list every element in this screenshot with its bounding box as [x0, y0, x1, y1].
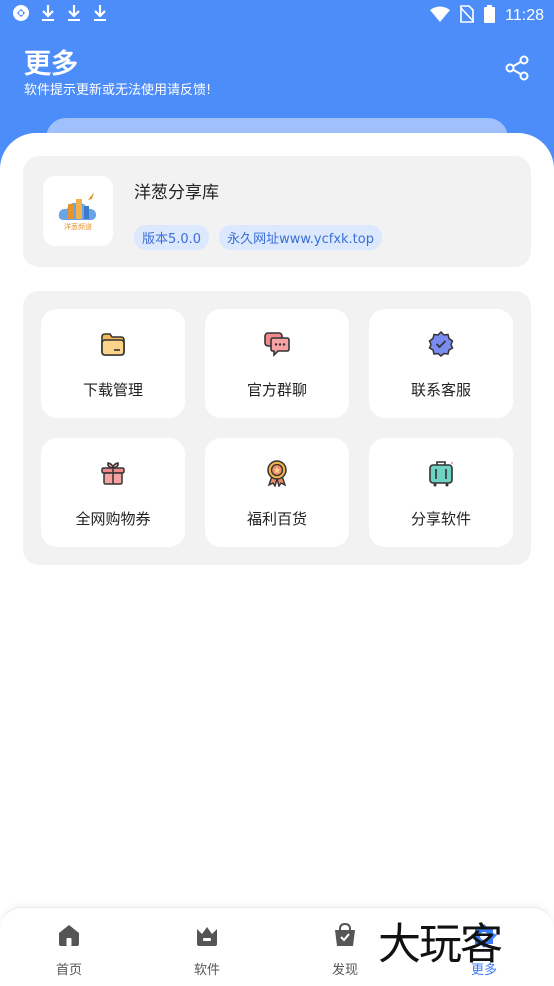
- gift-icon: [101, 462, 125, 485]
- chat-bubbles-icon: [264, 332, 290, 357]
- verified-badge-icon: [428, 330, 454, 357]
- grid-item-welfare-store[interactable]: 福利百货: [205, 438, 349, 547]
- app-logo-caption: 洋葱频道: [64, 223, 92, 231]
- clock: 11:28: [505, 7, 544, 24]
- battery-icon: [484, 5, 496, 27]
- feature-grid: 下载管理 官方群聊 联系客服 全网购物券 福利百货 分享软件: [23, 291, 531, 565]
- download-icon: [66, 4, 82, 26]
- page-subtitle: 软件提示更新或无法使用请反馈!: [24, 83, 212, 98]
- crown-icon: [197, 927, 217, 946]
- folder-icon: [101, 333, 125, 356]
- app-logo: 洋葱频道: [43, 176, 113, 246]
- wifi-icon: [430, 6, 451, 26]
- app-name: 洋葱分享库: [134, 183, 219, 203]
- grid-item-coupons[interactable]: 全网购物券: [41, 438, 185, 547]
- award-medal-icon: [267, 460, 287, 487]
- home-icon: [59, 925, 79, 946]
- url-badge[interactable]: 永久网址www.ycfxk.top: [219, 225, 382, 250]
- version-badge: 版本5.0.0: [134, 225, 210, 250]
- grid-item-label: 分享软件: [410, 510, 471, 528]
- grid-item-download-manager[interactable]: 下载管理: [41, 309, 185, 418]
- no-sim-icon: [459, 5, 475, 27]
- page-title: 更多: [24, 49, 78, 80]
- suitcase-icon: [429, 461, 453, 487]
- grid-item-label: 全网购物券: [75, 510, 151, 528]
- download-icon: [40, 4, 56, 26]
- shopping-bag-icon: [335, 922, 355, 946]
- nav-label: 发现: [331, 963, 358, 978]
- grid-item-official-group[interactable]: 官方群聊: [205, 309, 349, 418]
- nav-item-discover[interactable]: 发现: [305, 908, 385, 986]
- nav-label: 首页: [55, 963, 82, 978]
- nav-label: 软件: [193, 963, 220, 978]
- status-bar: 11:28: [0, 0, 554, 30]
- grid-item-label: 下载管理: [82, 381, 143, 399]
- grid-item-customer-service[interactable]: 联系客服: [369, 309, 513, 418]
- grid-item-share-app[interactable]: 分享软件: [369, 438, 513, 547]
- share-button[interactable]: [501, 52, 533, 84]
- share-icon: [505, 55, 529, 81]
- grid-item-label: 官方群聊: [246, 381, 307, 399]
- app-info-card: 洋葱频道 洋葱分享库 版本5.0.0 永久网址www.ycfxk.top: [23, 156, 531, 267]
- nav-item-home[interactable]: 首页: [29, 908, 109, 986]
- nav-item-software[interactable]: 软件: [167, 908, 247, 986]
- grid-item-label: 联系客服: [410, 381, 471, 399]
- download-icon: [92, 4, 108, 26]
- watermark: 大玩客: [378, 920, 503, 970]
- app-notification-icon: [12, 4, 30, 26]
- grid-item-label: 福利百货: [246, 510, 307, 528]
